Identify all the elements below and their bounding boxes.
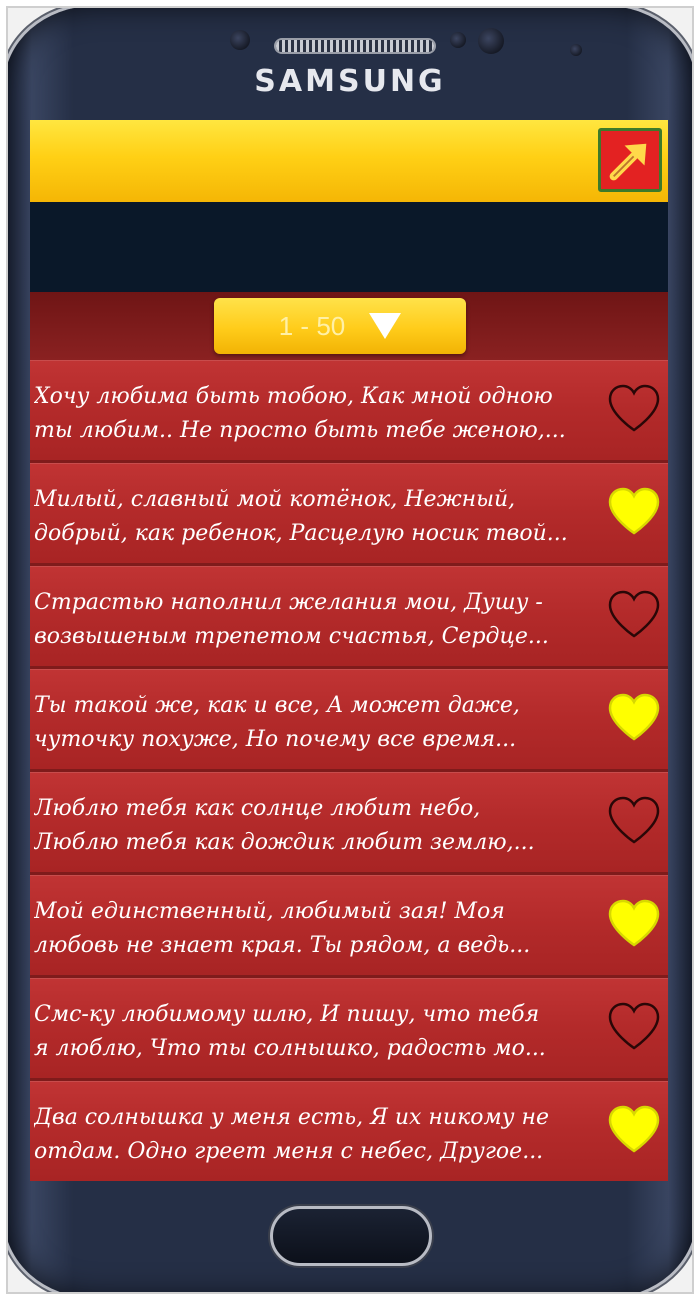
message-list-item[interactable]: Хочу любима быть тобою, Как мной одною т… xyxy=(30,360,668,460)
sensor-dot-icon xyxy=(450,32,466,48)
volume-button xyxy=(0,216,6,306)
message-preview-text: Ты такой же, как и все, А может даже, чу… xyxy=(34,693,520,752)
message-list-item[interactable]: Два солнышка у меня есть, Я их никому не… xyxy=(30,1081,668,1181)
heart-outline-icon[interactable] xyxy=(606,1000,662,1052)
message-preview-text: Милый, славный мой котёнок, Нежный, добр… xyxy=(34,487,568,546)
brand-logo: SAMSUNG xyxy=(254,64,446,99)
heart-filled-icon[interactable] xyxy=(606,1103,662,1155)
message-preview-text: Мой единственный, любимый зая! Моя любов… xyxy=(34,899,531,958)
range-picker-dropdown[interactable]: 1 - 50 xyxy=(214,298,466,354)
message-list-item[interactable]: Смс-ку любимому шлю, И пишу, что тебя я … xyxy=(30,978,668,1078)
message-list-item[interactable]: Мой единственный, любимый зая! Моя любов… xyxy=(30,875,668,975)
message-list-item[interactable]: Милый, славный мой котёнок, Нежный, добр… xyxy=(30,463,668,563)
power-button xyxy=(694,306,700,396)
message-preview-text: Хочу любима быть тобою, Как мной одною т… xyxy=(34,384,566,443)
heart-outline-icon[interactable] xyxy=(606,382,662,434)
ad-banner-area xyxy=(30,202,668,292)
heart-filled-icon[interactable] xyxy=(606,691,662,743)
sensor-dot-icon xyxy=(230,30,250,50)
message-list-item[interactable]: Люблю тебя как солнце любит небо, Люблю … xyxy=(30,772,668,872)
home-button xyxy=(270,1206,432,1266)
message-list-item[interactable]: Ты такой же, как и все, А может даже, чу… xyxy=(30,669,668,769)
heart-outline-icon[interactable] xyxy=(606,588,662,640)
message-preview-text: Два солнышка у меня есть, Я их никому не… xyxy=(34,1105,549,1164)
message-preview-text: Люблю тебя как солнце любит небо, Люблю … xyxy=(34,796,535,855)
heart-filled-icon[interactable] xyxy=(606,485,662,537)
heart-filled-icon[interactable] xyxy=(606,897,662,949)
message-list-item[interactable]: Страстью наполнил желания мои, Душу - во… xyxy=(30,566,668,666)
heart-outline-icon[interactable] xyxy=(606,794,662,846)
front-camera-icon xyxy=(478,28,504,54)
message-preview-text: Смс-ку любимому шлю, И пишу, что тебя я … xyxy=(34,1002,546,1061)
sensor-dot-icon xyxy=(570,44,582,56)
range-picker-label: 1 - 50 xyxy=(278,310,346,341)
top-toolbar xyxy=(30,120,668,202)
share-arrow-icon xyxy=(606,136,654,184)
message-preview-text: Страстью наполнил желания мои, Душу - во… xyxy=(34,590,549,649)
message-list: Хочу любима быть тобою, Как мной одною т… xyxy=(30,360,668,1184)
earpiece-speaker xyxy=(276,40,434,52)
share-button[interactable] xyxy=(598,128,662,192)
dropdown-arrow-icon xyxy=(369,313,402,339)
